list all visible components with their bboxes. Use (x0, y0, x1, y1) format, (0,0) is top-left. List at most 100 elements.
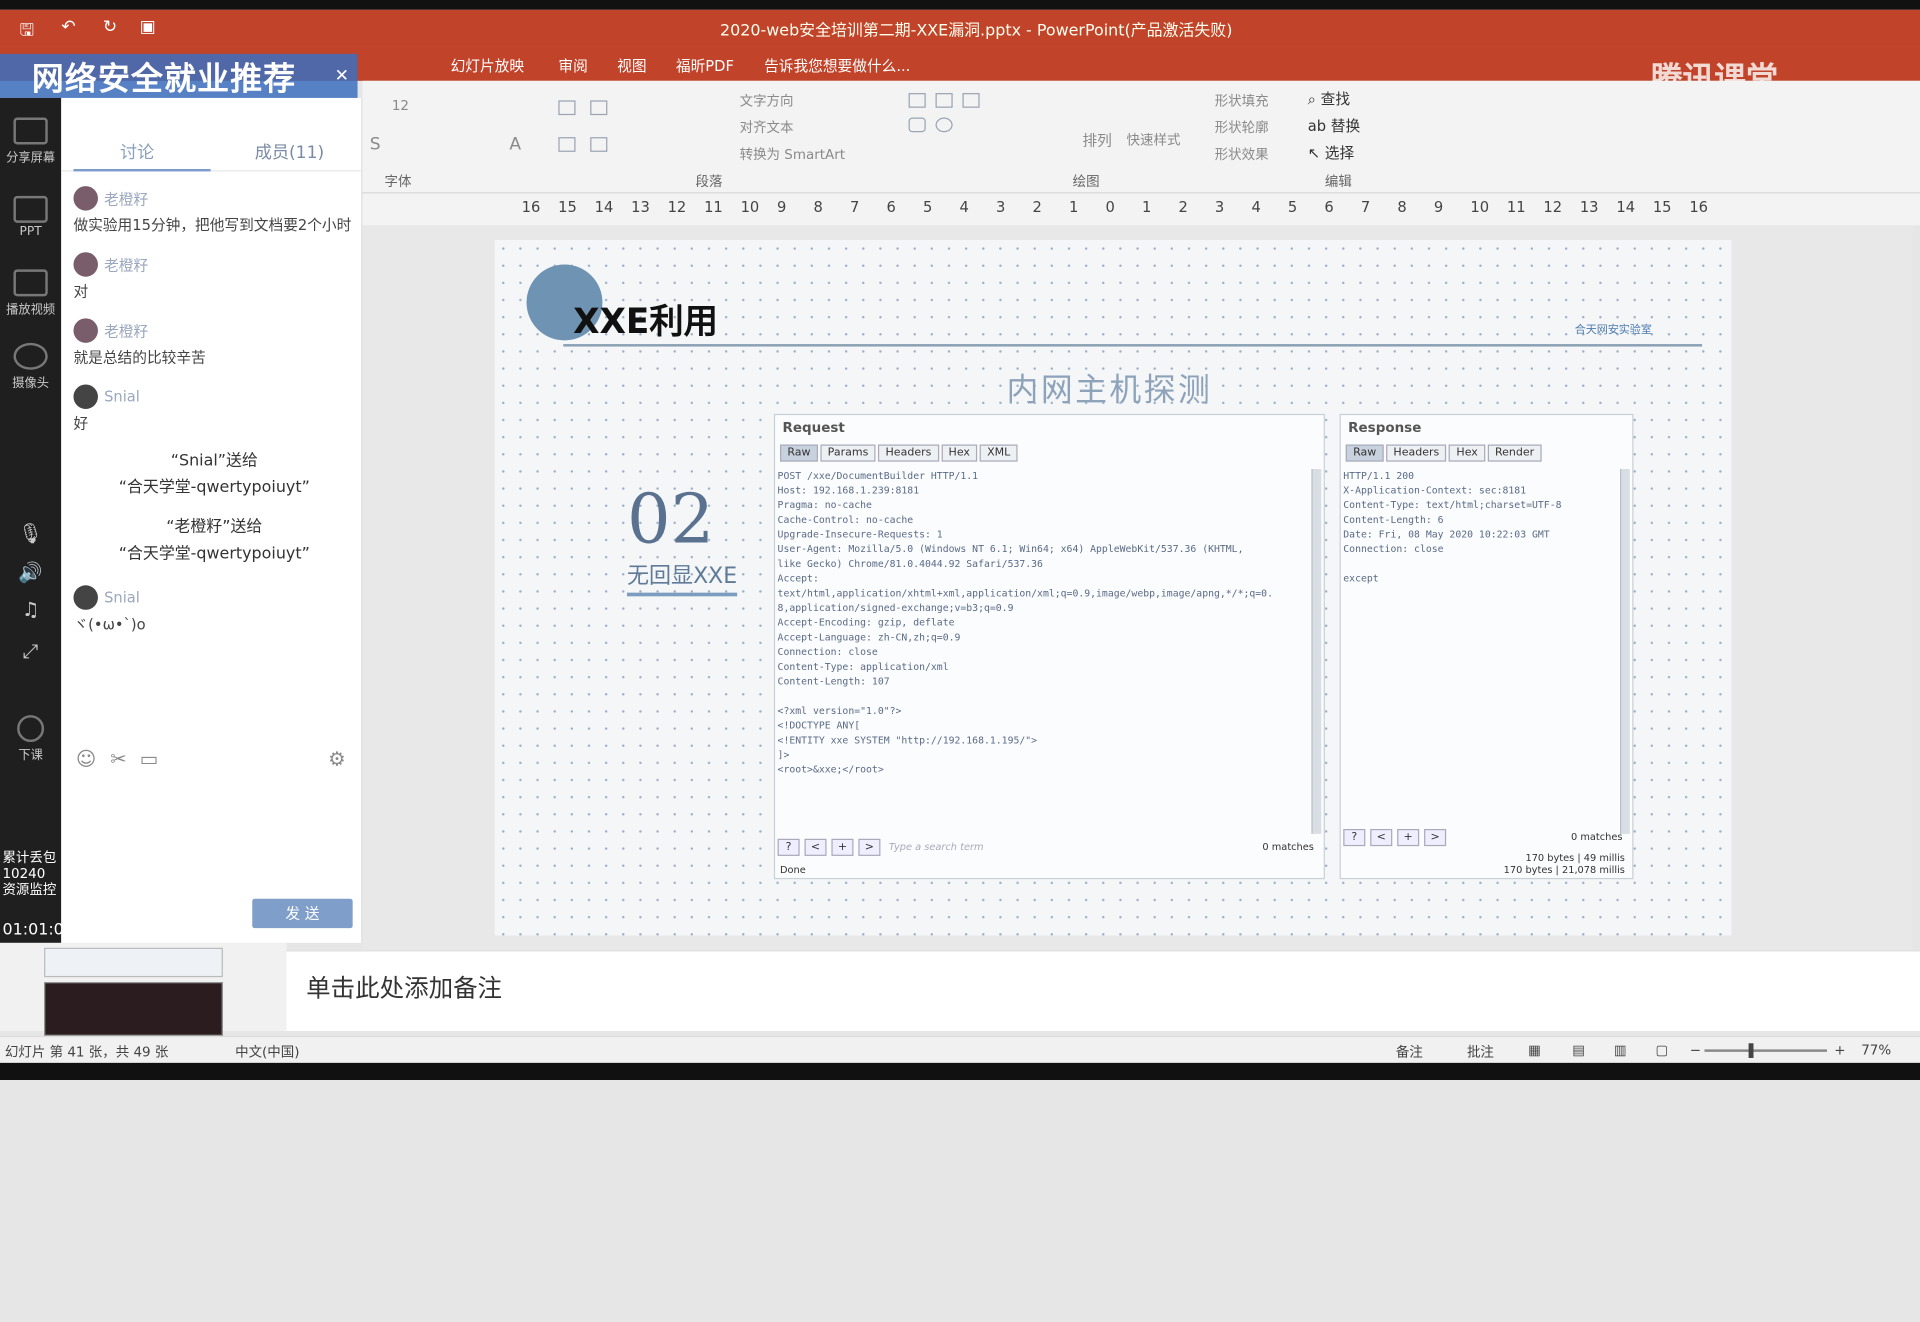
ruler-number: 12 (1543, 198, 1563, 216)
chat-tabs: 讨论 成员(11) (61, 135, 363, 172)
zoom-out-icon[interactable]: − (1690, 1042, 1701, 1058)
tab-headers[interactable]: Headers (1386, 444, 1447, 462)
prev-icon[interactable]: < (1370, 828, 1393, 847)
start-slideshow-icon[interactable]: ▣ (140, 17, 156, 37)
tab-discussion[interactable]: 讨论 (120, 140, 154, 164)
shape-textbox-icon[interactable] (908, 93, 926, 108)
send-button[interactable]: 发 送 (252, 898, 353, 929)
scrollbar[interactable] (1620, 468, 1630, 834)
notes-button[interactable]: 备注 (1396, 1042, 1423, 1062)
stat-resource[interactable]: 资源监控 (0, 882, 61, 898)
end-class-button[interactable]: 下课 (0, 715, 61, 763)
prev-icon[interactable]: < (804, 838, 827, 856)
tab-review[interactable]: 审阅 (558, 55, 587, 76)
ruler-number: 8 (1397, 198, 1407, 216)
convert-smartart[interactable]: 转换为 SmartArt (740, 144, 845, 164)
tab-xml[interactable]: XML (979, 444, 1018, 462)
shape-outline[interactable]: 形状轮廓 (1215, 118, 1269, 138)
tab-raw[interactable]: Raw (780, 444, 818, 462)
zoom-in-icon[interactable]: + (1834, 1042, 1845, 1058)
tab-params[interactable]: Params (820, 444, 876, 462)
notes-pane[interactable]: 单击此处添加备注 (286, 950, 1920, 1032)
response-body[interactable]: HTTP/1.1 200 X-Application-Context: sec:… (1341, 469, 1615, 834)
camera-button[interactable]: 摄像头 (0, 342, 61, 391)
ppt-button[interactable]: PPT (0, 195, 61, 239)
tab-hex[interactable]: Hex (941, 444, 978, 462)
image-icon[interactable]: ▭ (140, 747, 159, 770)
tab-slideshow[interactable]: 幻灯片放映 (451, 55, 524, 76)
add-icon[interactable]: + (1397, 828, 1420, 847)
close-icon[interactable]: ✕ (335, 66, 351, 86)
language-indicator[interactable]: 中文(中国) (235, 1042, 299, 1062)
shape-rounded-icon[interactable] (908, 117, 926, 133)
next-icon[interactable]: > (858, 838, 881, 856)
save-icon[interactable]: 🖫 (20, 17, 35, 46)
zoom-slider[interactable] (1704, 1049, 1827, 1052)
mic-icon[interactable]: 🎙 (0, 522, 61, 545)
numbering-icon[interactable] (590, 100, 608, 116)
tab-foxit-pdf[interactable]: 福昕PDF (676, 55, 734, 76)
request-body[interactable]: POST /xxe/DocumentBuilder HTTP/1.1 Host:… (775, 469, 1306, 834)
tab-hex[interactable]: Hex (1449, 444, 1486, 462)
tab-members[interactable]: 成员(11) (255, 140, 324, 164)
zoom-slider-handle[interactable] (1748, 1043, 1754, 1058)
next-icon[interactable]: > (1424, 828, 1447, 847)
section-label: 无回显XXE (626, 558, 738, 597)
shape-fill[interactable]: 形状填充 (1215, 91, 1269, 111)
ruler-number: 16 (1689, 198, 1709, 216)
tab-render[interactable]: Render (1487, 444, 1542, 462)
find-button[interactable]: ⌕ 查找 (1308, 88, 1350, 109)
search-input[interactable]: Type a search term (889, 841, 984, 852)
shadow-icon[interactable]: S (370, 135, 381, 155)
scissors-icon[interactable]: ✂ (110, 747, 126, 770)
message-list: 老橙籽 做实验用15分钟，把他写到文档要2个小时 老橙籽 对 老橙籽 就是总结的… (73, 184, 355, 649)
arrange-button[interactable]: 排列 (1082, 130, 1111, 151)
shape-effects[interactable]: 形状效果 (1215, 144, 1269, 164)
promo-banner[interactable]: 网络安全就业推荐 ✕ (0, 53, 358, 98)
slide-thumbnail[interactable] (44, 947, 223, 978)
normal-view-icon[interactable]: ▦ (1528, 1042, 1541, 1058)
align-left-icon[interactable] (558, 137, 576, 152)
scrollbar[interactable] (1311, 468, 1322, 834)
slide-sorter-icon[interactable]: ▤ (1572, 1042, 1585, 1058)
undo-icon[interactable]: ↶ (61, 17, 75, 37)
slide[interactable]: XXE利用 合天网安实验室 内网主机探测 02 无回显XXE Request R… (494, 240, 1732, 936)
replace-button[interactable]: ab 替换 (1308, 115, 1360, 136)
play-video-button[interactable]: 播放视频 (0, 269, 61, 317)
settings-icon[interactable]: ⚙ (328, 747, 346, 770)
help-icon[interactable]: ? (777, 838, 800, 856)
tab-raw[interactable]: Raw (1345, 444, 1384, 462)
share-screen-button[interactable]: 分享屏幕 (0, 117, 61, 165)
slideshow-icon[interactable]: ▢ (1656, 1042, 1669, 1058)
replace-icon: ab (1307, 117, 1331, 135)
tell-me-search[interactable]: 告诉我您想要做什么... (764, 55, 910, 76)
shape-line-icon[interactable] (935, 93, 953, 108)
font-size-box[interactable]: 12 (392, 98, 409, 114)
redo-icon[interactable]: ↻ (103, 17, 117, 37)
zoom-level[interactable]: 77% (1861, 1042, 1891, 1058)
message-text: 对 (73, 282, 89, 301)
tab-view[interactable]: 视图 (617, 55, 646, 76)
align-center-icon[interactable] (590, 137, 608, 152)
bullets-icon[interactable] (558, 100, 576, 116)
shape-oval-icon[interactable] (935, 117, 953, 133)
emoji-icon[interactable]: ☺ (76, 747, 96, 770)
add-icon[interactable]: + (831, 838, 854, 856)
speaker-icon[interactable]: 🔊 (0, 561, 61, 584)
font-color-icon[interactable]: A (509, 135, 521, 155)
shape-rect-icon[interactable] (962, 93, 980, 108)
text-direction[interactable]: 文字方向 (740, 91, 794, 111)
ruler-number: 7 (850, 198, 860, 216)
slide-thumbnail[interactable] (44, 982, 223, 1036)
comments-button[interactable]: 批注 (1467, 1042, 1494, 1062)
expand-icon[interactable]: ⤢ (0, 639, 61, 663)
select-button[interactable]: ↖ 选择 (1308, 142, 1354, 163)
reading-view-icon[interactable]: ▥ (1614, 1042, 1627, 1058)
help-icon[interactable]: ? (1343, 828, 1366, 847)
align-text[interactable]: 对齐文本 (740, 118, 794, 138)
ruler-number: 7 (1360, 198, 1371, 216)
quick-styles-button[interactable]: 快速样式 (1127, 130, 1181, 150)
tab-headers[interactable]: Headers (878, 444, 939, 462)
music-icon[interactable]: ♫ (0, 598, 61, 621)
response-size-total: 170 bytes | 21,078 millis (1503, 864, 1625, 876)
